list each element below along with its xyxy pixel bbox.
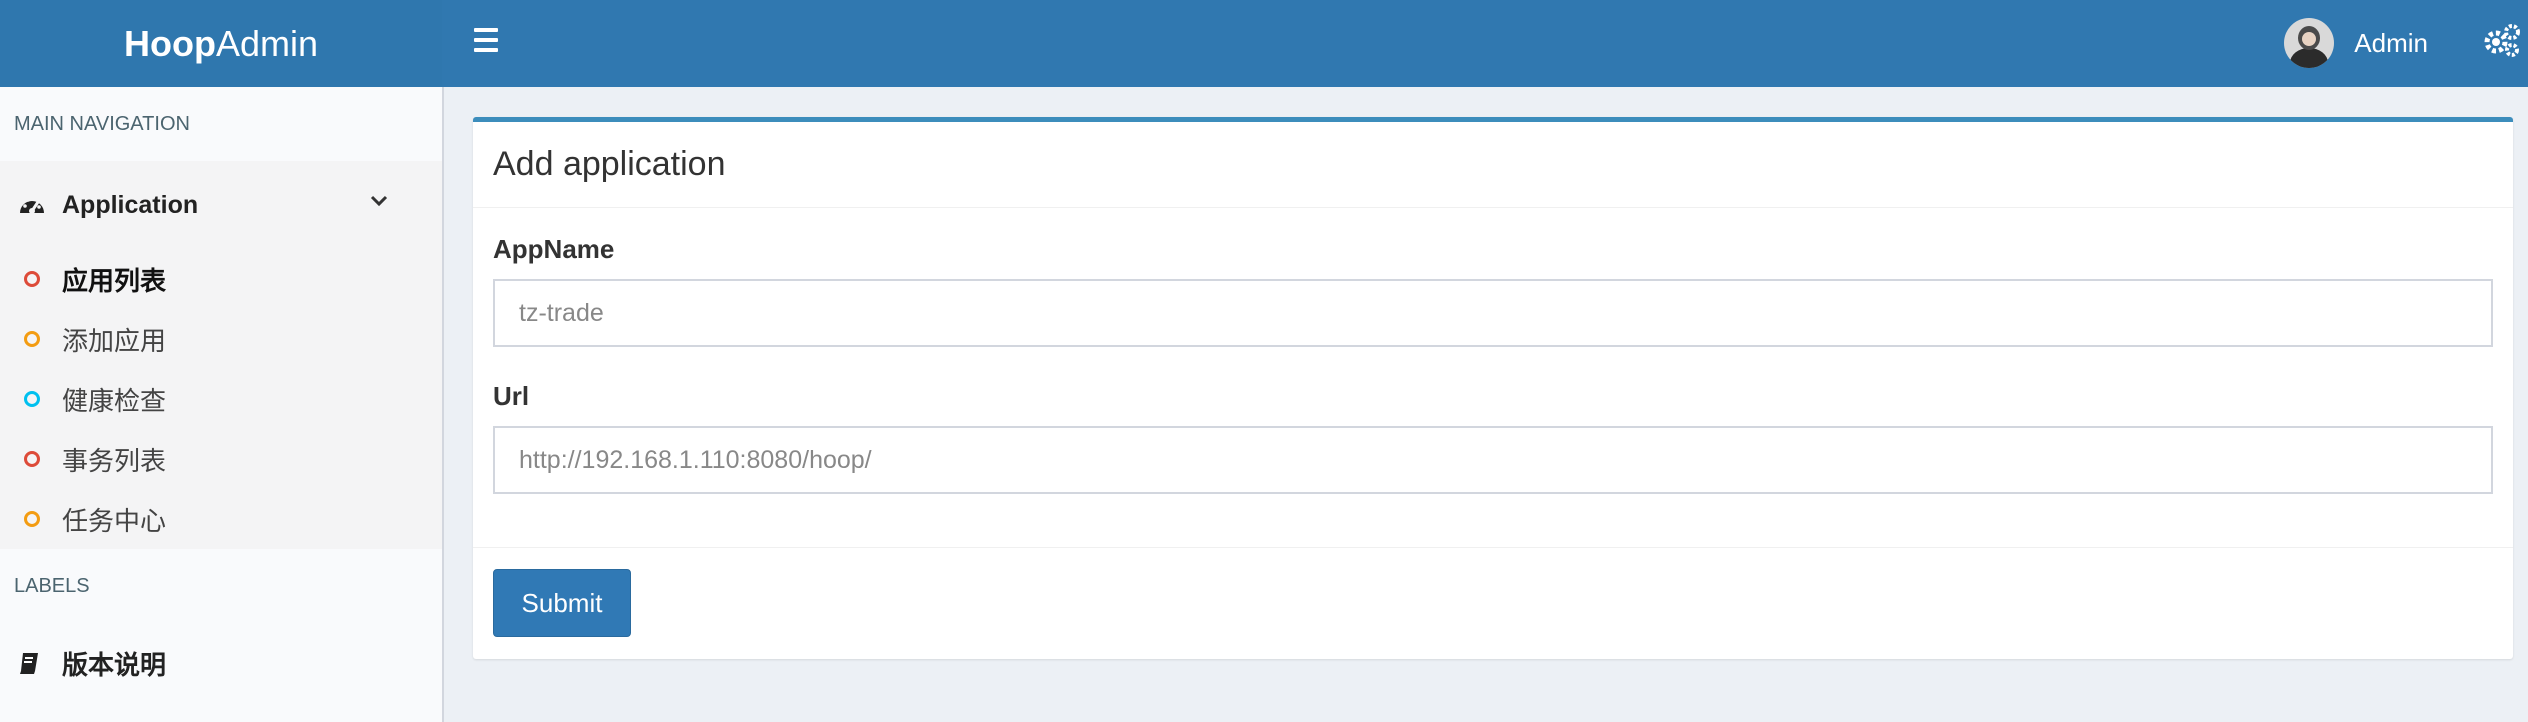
user-menu[interactable]: Admin <box>2284 14 2428 72</box>
appname-label: AppName <box>493 234 615 264</box>
logo-light-text: Admin <box>215 22 318 64</box>
sidebar-item-application[interactable]: Application <box>0 161 442 249</box>
sidebar-item-label: 版本说明 <box>62 649 167 680</box>
menu-icon <box>474 28 498 32</box>
box-footer: Submit <box>473 547 2513 660</box>
labels-header: LABELS <box>14 574 90 597</box>
book-icon <box>20 653 38 674</box>
sidebar: MAIN NAVIGATION Application 应用列表 添加应用 健康… <box>0 87 444 722</box>
circle-icon <box>24 331 40 347</box>
chevron-down-icon <box>370 195 388 207</box>
circle-icon <box>24 511 40 527</box>
circle-icon <box>24 271 40 287</box>
page-title: Add application <box>473 122 2513 208</box>
url-input[interactable] <box>493 426 2493 494</box>
sidebar-item-health-check[interactable]: 健康检查 <box>0 369 442 429</box>
sidebar-item-label: 健康检查 <box>62 385 167 416</box>
sidebar-item-application-label: Application <box>62 190 199 219</box>
submit-button[interactable]: Submit <box>493 569 631 637</box>
sidebar-toggle-button[interactable] <box>470 22 510 62</box>
sidebar-item-label: 任务中心 <box>62 505 167 536</box>
application-menu: Application 应用列表 添加应用 健康检查 事务列表 任务中心 <box>0 161 442 549</box>
avatar <box>2284 18 2335 68</box>
circle-icon <box>24 391 40 407</box>
top-header: Hoop Admin Admin <box>0 0 2528 87</box>
form-body: AppName Url <box>473 234 2513 494</box>
app-logo[interactable]: Hoop Admin <box>0 0 442 87</box>
sidebar-item-label: 应用列表 <box>62 265 167 296</box>
sidebar-item-task-center[interactable]: 任务中心 <box>0 489 442 549</box>
sidebar-item-transaction-list[interactable]: 事务列表 <box>0 429 442 489</box>
url-label: Url <box>493 381 530 411</box>
sidebar-item-label: 添加应用 <box>62 325 167 356</box>
sidebar-item-add-app[interactable]: 添加应用 <box>0 309 442 369</box>
sidebar-item-app-list[interactable]: 应用列表 <box>0 249 442 309</box>
add-application-form-box: Add application AppName Url Submit <box>473 117 2513 659</box>
circle-icon <box>24 451 40 467</box>
sidebar-item-label: 事务列表 <box>62 445 167 476</box>
logo-bold-text: Hoop <box>123 22 216 64</box>
appname-input[interactable] <box>493 279 2493 347</box>
user-name: Admin <box>2354 27 2428 58</box>
main-navigation-header: MAIN NAVIGATION <box>14 112 190 135</box>
dashboard-icon <box>20 198 44 214</box>
gears-icon[interactable] <box>2482 20 2522 60</box>
sidebar-item-version-notes[interactable]: 版本说明 <box>0 623 442 703</box>
